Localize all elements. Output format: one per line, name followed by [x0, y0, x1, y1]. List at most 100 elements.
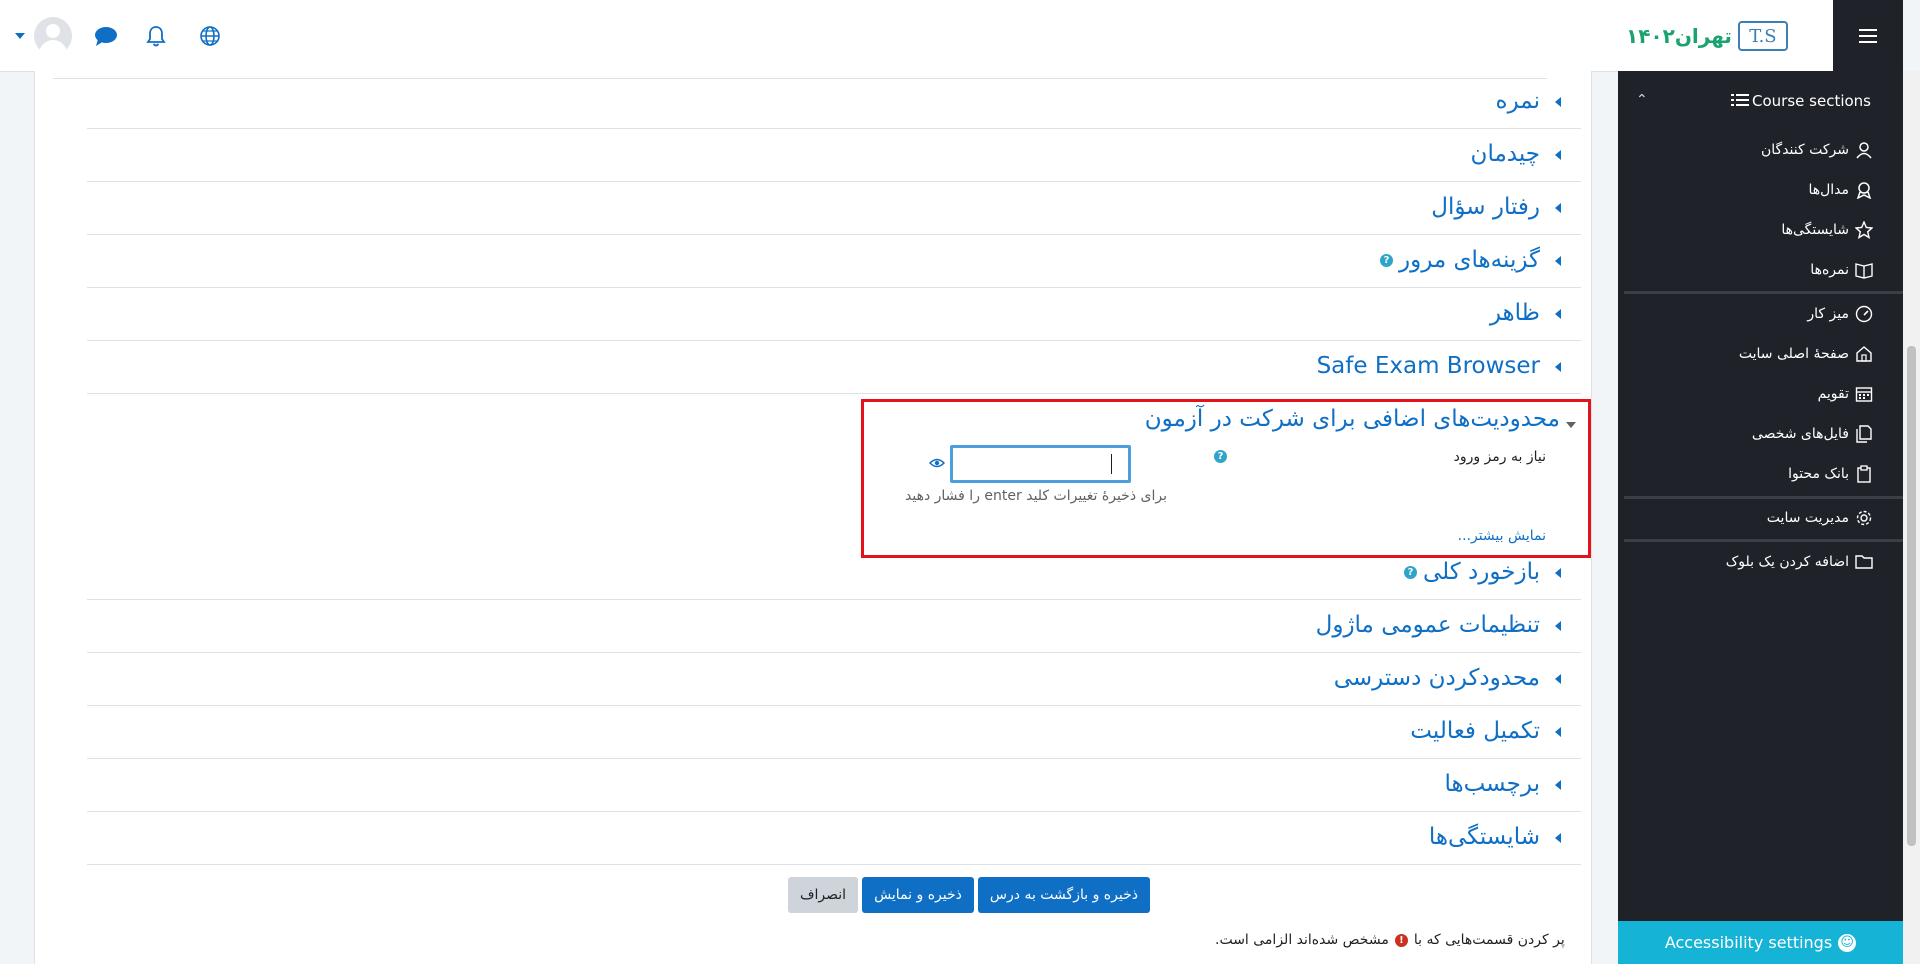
gear-icon	[1853, 507, 1875, 529]
section-title[interactable]: Safe Exam Browser	[1317, 353, 1540, 379]
section-title[interactable]: رفتار سؤال	[1431, 194, 1540, 220]
avatar[interactable]	[34, 17, 72, 55]
language-button[interactable]	[190, 16, 230, 56]
save-return-button[interactable]: ذخیره و بازگشت به درس	[977, 877, 1150, 913]
calendar-icon	[1853, 383, 1875, 405]
content-bank-icon	[1853, 463, 1875, 485]
drawer-item-label: صفحهٔ اصلی سایت	[1738, 346, 1849, 362]
site-logo[interactable]: تهران۱۴۰۲ T.S	[1626, 15, 1791, 57]
participants-icon	[1853, 139, 1875, 161]
collapsed-caret-icon	[1555, 362, 1561, 372]
required-note-after: مشخص شده‌اند الزامی است.	[1215, 932, 1389, 948]
hamburger-icon	[1859, 28, 1877, 43]
drawer-item-label: میز کار	[1807, 306, 1849, 322]
collapsed-caret-icon	[1555, 256, 1561, 266]
section-title[interactable]: محدودکردن دسترسی	[1334, 665, 1540, 691]
section-title[interactable]: ظاهر	[1490, 300, 1540, 326]
drawer-item-add-block[interactable]: اضافه کردن یک بلوک	[1726, 549, 1875, 575]
chevron-up-icon[interactable]: ⌃	[1636, 92, 1648, 108]
drawer-item-label: تقویم	[1817, 386, 1849, 402]
course-sections-header[interactable]: ⌃ Course sections	[1618, 86, 1903, 116]
drawer-item-label: فایل‌های شخصی	[1751, 426, 1849, 442]
collapsed-caret-icon	[1555, 780, 1561, 790]
drawer-divider	[1624, 496, 1903, 499]
collapsed-caret-icon	[1555, 150, 1561, 160]
messages-button[interactable]	[86, 16, 126, 56]
section-restrict-access: محدودکردن دسترسی	[87, 653, 1581, 706]
collapsed-caret-icon	[1555, 97, 1561, 107]
scrollbar-thumb[interactable]	[1907, 346, 1916, 846]
course-drawer: ⌃ Course sections شرکت کنندگان مدال‌ها ش…	[1618, 71, 1903, 964]
bell-icon	[146, 26, 166, 47]
chat-icon	[95, 27, 117, 46]
eye-icon[interactable]	[929, 457, 945, 469]
drawer-item-participants[interactable]: شرکت کنندگان	[1761, 137, 1875, 163]
quiz-password-input[interactable]	[950, 445, 1131, 483]
drawer-item-label: مدیریت سایت	[1766, 510, 1849, 526]
required-icon: !	[1394, 933, 1408, 947]
section-title[interactable]: بازخورد کلی?	[1403, 559, 1540, 585]
section-title-text: بازخورد کلی	[1422, 559, 1540, 585]
section-review-options: گزینه‌های مرور?	[87, 235, 1581, 288]
folder-icon	[1853, 551, 1875, 573]
notifications-button[interactable]	[136, 16, 176, 56]
save-display-button[interactable]: ذخیره و نمایش	[862, 877, 974, 913]
files-icon	[1853, 423, 1875, 445]
collapsed-caret-icon	[1555, 203, 1561, 213]
password-hint: برای ذخیرهٔ تغییرات کلید enter را فشار د…	[905, 488, 1167, 504]
help-icon[interactable]: ?	[1403, 566, 1417, 579]
help-icon[interactable]: ?	[1214, 450, 1227, 463]
section-title[interactable]: محدودیت‌های اضافی برای شرکت در آزمون	[1145, 406, 1560, 432]
section-title[interactable]: تنظیمات عمومی ماژول	[1316, 612, 1540, 638]
drawer-toggle-button[interactable]	[1833, 0, 1903, 71]
gradebook-icon	[1853, 259, 1875, 281]
password-label: نیاز به رمز ورود	[1453, 449, 1546, 465]
drawer-item-label: شایستگی‌ها	[1781, 222, 1849, 238]
section-overall-feedback: بازخورد کلی?	[87, 547, 1581, 600]
drawer-item-content-bank[interactable]: بانک محتوا	[1788, 461, 1875, 487]
collapsed-caret-icon	[1555, 568, 1561, 578]
drawer-item-competencies[interactable]: شایستگی‌ها	[1781, 217, 1875, 243]
drawer-item-label: مدال‌ها	[1808, 182, 1849, 198]
cancel-button[interactable]: انصراف	[788, 877, 859, 913]
user-menu-toggle[interactable]	[12, 16, 28, 56]
section-layout: چیدمان	[87, 129, 1581, 182]
drawer-item-badges[interactable]: مدال‌ها	[1808, 177, 1875, 203]
top-navbar: تهران۱۴۰۲ T.S	[0, 0, 1833, 72]
help-icon[interactable]: ?	[1380, 254, 1393, 267]
badge-icon	[1853, 179, 1875, 201]
section-title[interactable]: گزینه‌های مرور?	[1380, 247, 1540, 273]
expanded-caret-icon	[1566, 422, 1576, 428]
show-more-link[interactable]: نمایش بیشتر...	[1458, 528, 1546, 544]
section-title[interactable]: برچسب‌ها	[1444, 771, 1540, 797]
drawer-item-label: اضافه کردن یک بلوک	[1725, 554, 1849, 570]
section-title[interactable]: نمره	[1496, 88, 1540, 114]
section-title[interactable]: شایستگی‌ها	[1429, 824, 1540, 850]
collapsed-caret-icon	[1555, 309, 1561, 319]
drawer-item-private-files[interactable]: فایل‌های شخصی	[1752, 421, 1875, 447]
section-appearance: ظاهر	[87, 288, 1581, 341]
section-competencies: شایستگی‌ها	[87, 812, 1581, 865]
drawer-item-grades[interactable]: نمره‌ها	[1810, 257, 1875, 283]
section-title[interactable]: تکمیل فعالیت	[1410, 718, 1540, 744]
drawer-item-site-home[interactable]: صفحهٔ اصلی سایت	[1739, 341, 1875, 367]
drawer-item-calendar[interactable]: تقویم	[1818, 381, 1875, 407]
section-title[interactable]: چیدمان	[1471, 141, 1540, 167]
drawer-divider	[1624, 539, 1903, 542]
home-icon	[1853, 343, 1875, 365]
page-scrollbar[interactable]	[1903, 71, 1920, 964]
main-content: نمره چیدمان رفتار سؤال گزینه‌های مرور? ظ…	[34, 71, 1592, 964]
drawer-item-dashboard[interactable]: میز کار	[1807, 301, 1875, 327]
drawer-divider	[1624, 291, 1903, 294]
drawer-item-site-admin[interactable]: مدیریت سایت	[1767, 505, 1875, 531]
brand-ts: T.S	[1737, 21, 1788, 51]
course-sections-text: Course sections	[1752, 92, 1871, 110]
accessibility-icon: ☺	[1838, 933, 1857, 952]
accessibility-label: Accessibility settings	[1664, 933, 1833, 952]
section-title-text: گزینه‌های مرور	[1399, 247, 1540, 273]
navbar-tools	[12, 16, 230, 56]
star-icon	[1853, 219, 1875, 241]
accessibility-settings-button[interactable]: Accessibility settings ☺	[1618, 921, 1903, 964]
section-safe-exam-browser: Safe Exam Browser	[87, 341, 1581, 394]
section-tags: برچسب‌ها	[87, 759, 1581, 812]
